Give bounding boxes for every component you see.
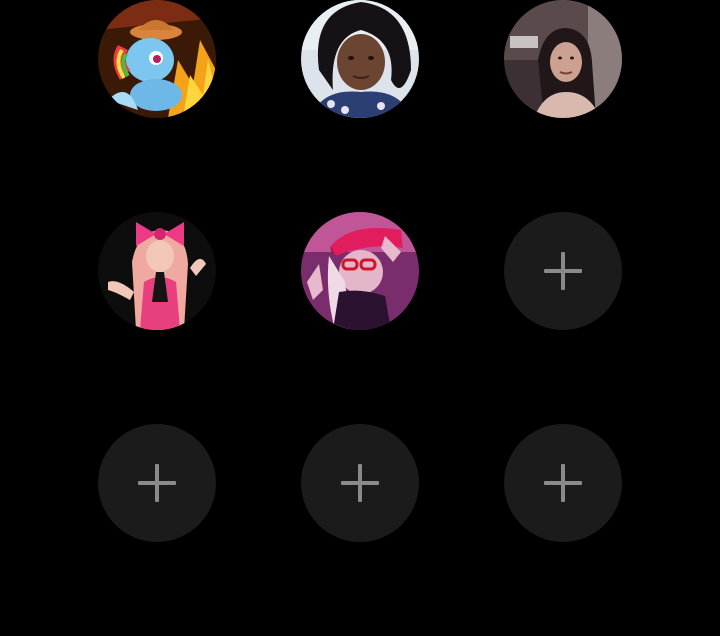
- add-friend-slot-1[interactable]: [504, 212, 622, 330]
- add-friend-slot-3[interactable]: [301, 424, 419, 542]
- portrait-avatar-image: [301, 212, 419, 330]
- avatar-slot-2[interactable]: [301, 0, 419, 118]
- friends-avatar-grid: [0, 0, 720, 636]
- avatar-slot-5[interactable]: [301, 212, 419, 330]
- portrait-avatar-image: [98, 212, 216, 330]
- avatar-slot-4[interactable]: [98, 212, 216, 330]
- pony-avatar-image: [98, 0, 216, 118]
- plus-icon: [544, 252, 582, 290]
- add-friend-slot-2[interactable]: [98, 424, 216, 542]
- avatar-slot-1[interactable]: [98, 0, 216, 118]
- portrait-avatar-image: [504, 0, 622, 118]
- portrait-avatar-image: [301, 0, 419, 118]
- avatar-slot-3[interactable]: [504, 0, 622, 118]
- plus-icon: [138, 464, 176, 502]
- plus-icon: [544, 464, 582, 502]
- add-friend-slot-4[interactable]: [504, 424, 622, 542]
- plus-icon: [341, 464, 379, 502]
